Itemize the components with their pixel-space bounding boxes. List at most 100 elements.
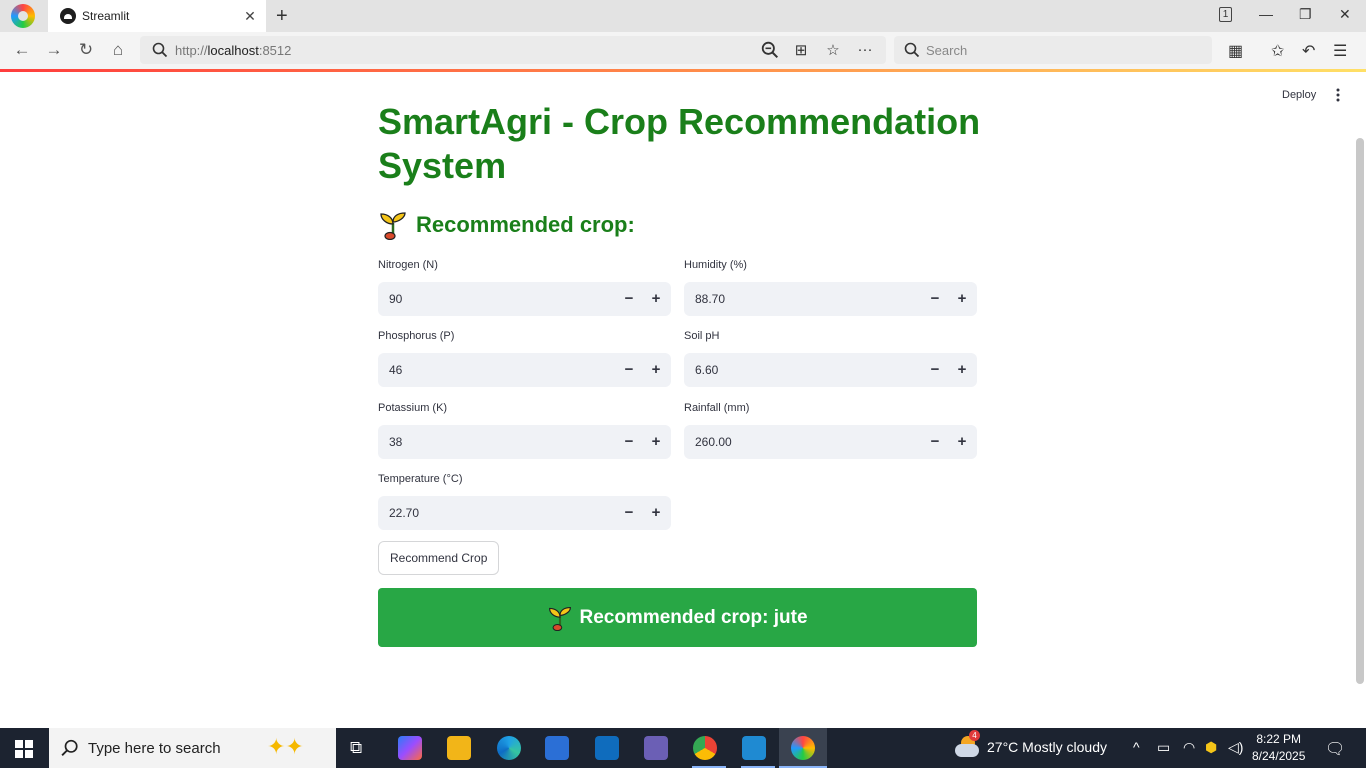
temperature-input[interactable]: 22.70 − + [378, 496, 671, 530]
volume-icon[interactable]: ◁) [1228, 739, 1243, 756]
field-value[interactable]: 6.60 [695, 363, 718, 377]
potassium-input[interactable]: 38 − + [378, 425, 671, 459]
potassium-field: Potassium (K) 38 − + [378, 402, 671, 459]
field-value[interactable]: 38 [389, 435, 402, 449]
apps-grid-icon[interactable]: ▦ [1228, 41, 1243, 61]
forward-icon[interactable]: → [44, 40, 64, 60]
home-icon[interactable]: ⌂ [108, 40, 128, 60]
notifications-icon[interactable]: 🗨 [1325, 739, 1345, 759]
field-label: Humidity (%) [684, 259, 747, 271]
weather-widget[interactable]: 4 27°C Mostly cloudy [955, 730, 1107, 758]
deploy-button[interactable]: Deploy [1282, 89, 1316, 101]
field-value[interactable]: 22.70 [389, 506, 419, 520]
increment-button[interactable]: + [952, 360, 972, 380]
field-label: Nitrogen (N) [378, 259, 438, 271]
temperature-field: Temperature (°C) 22.70 − + [378, 473, 671, 530]
decrement-button[interactable]: − [925, 432, 945, 452]
more-icon[interactable]: ··· [856, 41, 874, 59]
new-tab-icon[interactable]: + [276, 5, 288, 27]
chrome-icon[interactable] [693, 736, 717, 760]
field-value[interactable]: 90 [389, 292, 402, 306]
battery-icon[interactable]: ▭ [1157, 739, 1170, 756]
url-text[interactable]: http://localhost:8512 [175, 43, 291, 58]
field-label: Potassium (K) [378, 402, 448, 414]
search-icon [61, 739, 78, 756]
field-value[interactable]: 88.70 [695, 292, 725, 306]
taskbar-search-input[interactable]: Type here to search ✦✦ [49, 728, 336, 768]
rainfall-field: Rainfall (mm) 260.00 − + [684, 402, 977, 459]
decrement-button[interactable]: − [925, 360, 945, 380]
vpn-shield-icon[interactable]: ⬢ [1205, 739, 1217, 756]
close-tab-icon[interactable]: ✕ [242, 8, 258, 24]
page-title: SmartAgri - Crop Recommendation System [378, 101, 981, 186]
wifi-icon[interactable]: ◠ [1183, 739, 1195, 756]
subheader-text: Recommended crop: [416, 212, 635, 237]
result-banner: Recommended crop: jute [378, 588, 977, 647]
translate-icon[interactable]: ⊞ [792, 41, 810, 59]
rainfall-input[interactable]: 260.00 − + [684, 425, 977, 459]
favorites-icon[interactable]: ✩ [1271, 41, 1284, 61]
result-text: Recommended crop: jute [579, 606, 808, 628]
search-icon [904, 42, 920, 58]
nitrogen-input[interactable]: 90 − + [378, 282, 671, 316]
field-value[interactable]: 260.00 [695, 435, 732, 449]
copilot-sparkle-icon[interactable]: ✦✦ [267, 734, 304, 760]
search-icon [152, 42, 168, 58]
decrement-button[interactable]: − [619, 360, 639, 380]
clock-time: 8:22 PM [1256, 732, 1302, 746]
windows-start-icon[interactable] [15, 740, 33, 758]
restore-icon[interactable]: ❐ [1299, 6, 1312, 23]
phosphorus-input[interactable]: 46 − + [378, 353, 671, 387]
vscode-icon[interactable] [742, 736, 766, 760]
decrement-button[interactable]: − [619, 503, 639, 523]
humidity-input[interactable]: 88.70 − + [684, 282, 977, 316]
streamlit-favicon-icon [60, 8, 76, 24]
menu-icon[interactable]: ☰ [1333, 41, 1347, 61]
store-icon[interactable] [545, 736, 569, 760]
seedling-icon [380, 212, 406, 240]
field-label: Rainfall (mm) [684, 402, 750, 414]
undo-icon[interactable]: ↶ [1302, 41, 1315, 61]
increment-button[interactable]: + [646, 289, 666, 309]
browser-logo-icon[interactable] [11, 4, 35, 28]
decrement-button[interactable]: − [619, 289, 639, 309]
close-window-icon[interactable]: ✕ [1339, 6, 1351, 23]
outlook-icon[interactable] [595, 736, 619, 760]
calculator-app-icon[interactable] [644, 736, 668, 760]
browser-taskbar-icon[interactable] [791, 736, 815, 760]
cloudy-weather-icon: 4 [955, 730, 980, 758]
increment-button[interactable]: + [646, 432, 666, 452]
tab-count-icon[interactable]: 1 [1219, 7, 1232, 22]
tab-title: Streamlit [82, 9, 130, 23]
reload-icon[interactable]: ↻ [76, 40, 96, 60]
copilot-icon[interactable] [398, 736, 422, 760]
back-icon[interactable]: ← [12, 40, 32, 60]
field-label: Soil pH [684, 330, 720, 342]
scrollbar[interactable] [1356, 138, 1364, 684]
increment-button[interactable]: + [952, 289, 972, 309]
field-value[interactable]: 46 [389, 363, 402, 377]
field-label: Temperature (°C) [378, 473, 463, 485]
task-view-icon[interactable]: ⧉ [350, 738, 362, 758]
address-bar[interactable]: http://localhost:8512 ⊞ ☆ ··· [140, 36, 886, 64]
main-menu-icon[interactable] [1336, 88, 1340, 102]
show-hidden-icons-icon[interactable]: ^ [1133, 739, 1140, 755]
browser-tab-bar: Streamlit ✕ + 1 — ❐ ✕ [0, 0, 1366, 32]
weather-text: 27°C Mostly cloudy [987, 739, 1107, 755]
clock[interactable]: 8:22 PM 8/24/2025 [1252, 731, 1305, 765]
recommend-crop-button[interactable]: Recommend Crop [378, 541, 500, 575]
increment-button[interactable]: + [646, 360, 666, 380]
minimize-icon[interactable]: — [1259, 6, 1273, 22]
decrement-button[interactable]: − [925, 289, 945, 309]
search-input[interactable]: Search [894, 36, 1212, 64]
edge-icon[interactable] [497, 736, 521, 760]
bookmark-star-icon[interactable]: ☆ [824, 41, 842, 59]
decrement-button[interactable]: − [619, 432, 639, 452]
increment-button[interactable]: + [646, 503, 666, 523]
zoom-icon[interactable] [761, 41, 779, 59]
increment-button[interactable]: + [952, 432, 972, 452]
browser-tab[interactable]: Streamlit ✕ [48, 0, 266, 32]
file-explorer-icon[interactable] [447, 736, 471, 760]
soil-ph-input[interactable]: 6.60 − + [684, 353, 977, 387]
soil-ph-field: Soil pH 6.60 − + [684, 330, 977, 387]
